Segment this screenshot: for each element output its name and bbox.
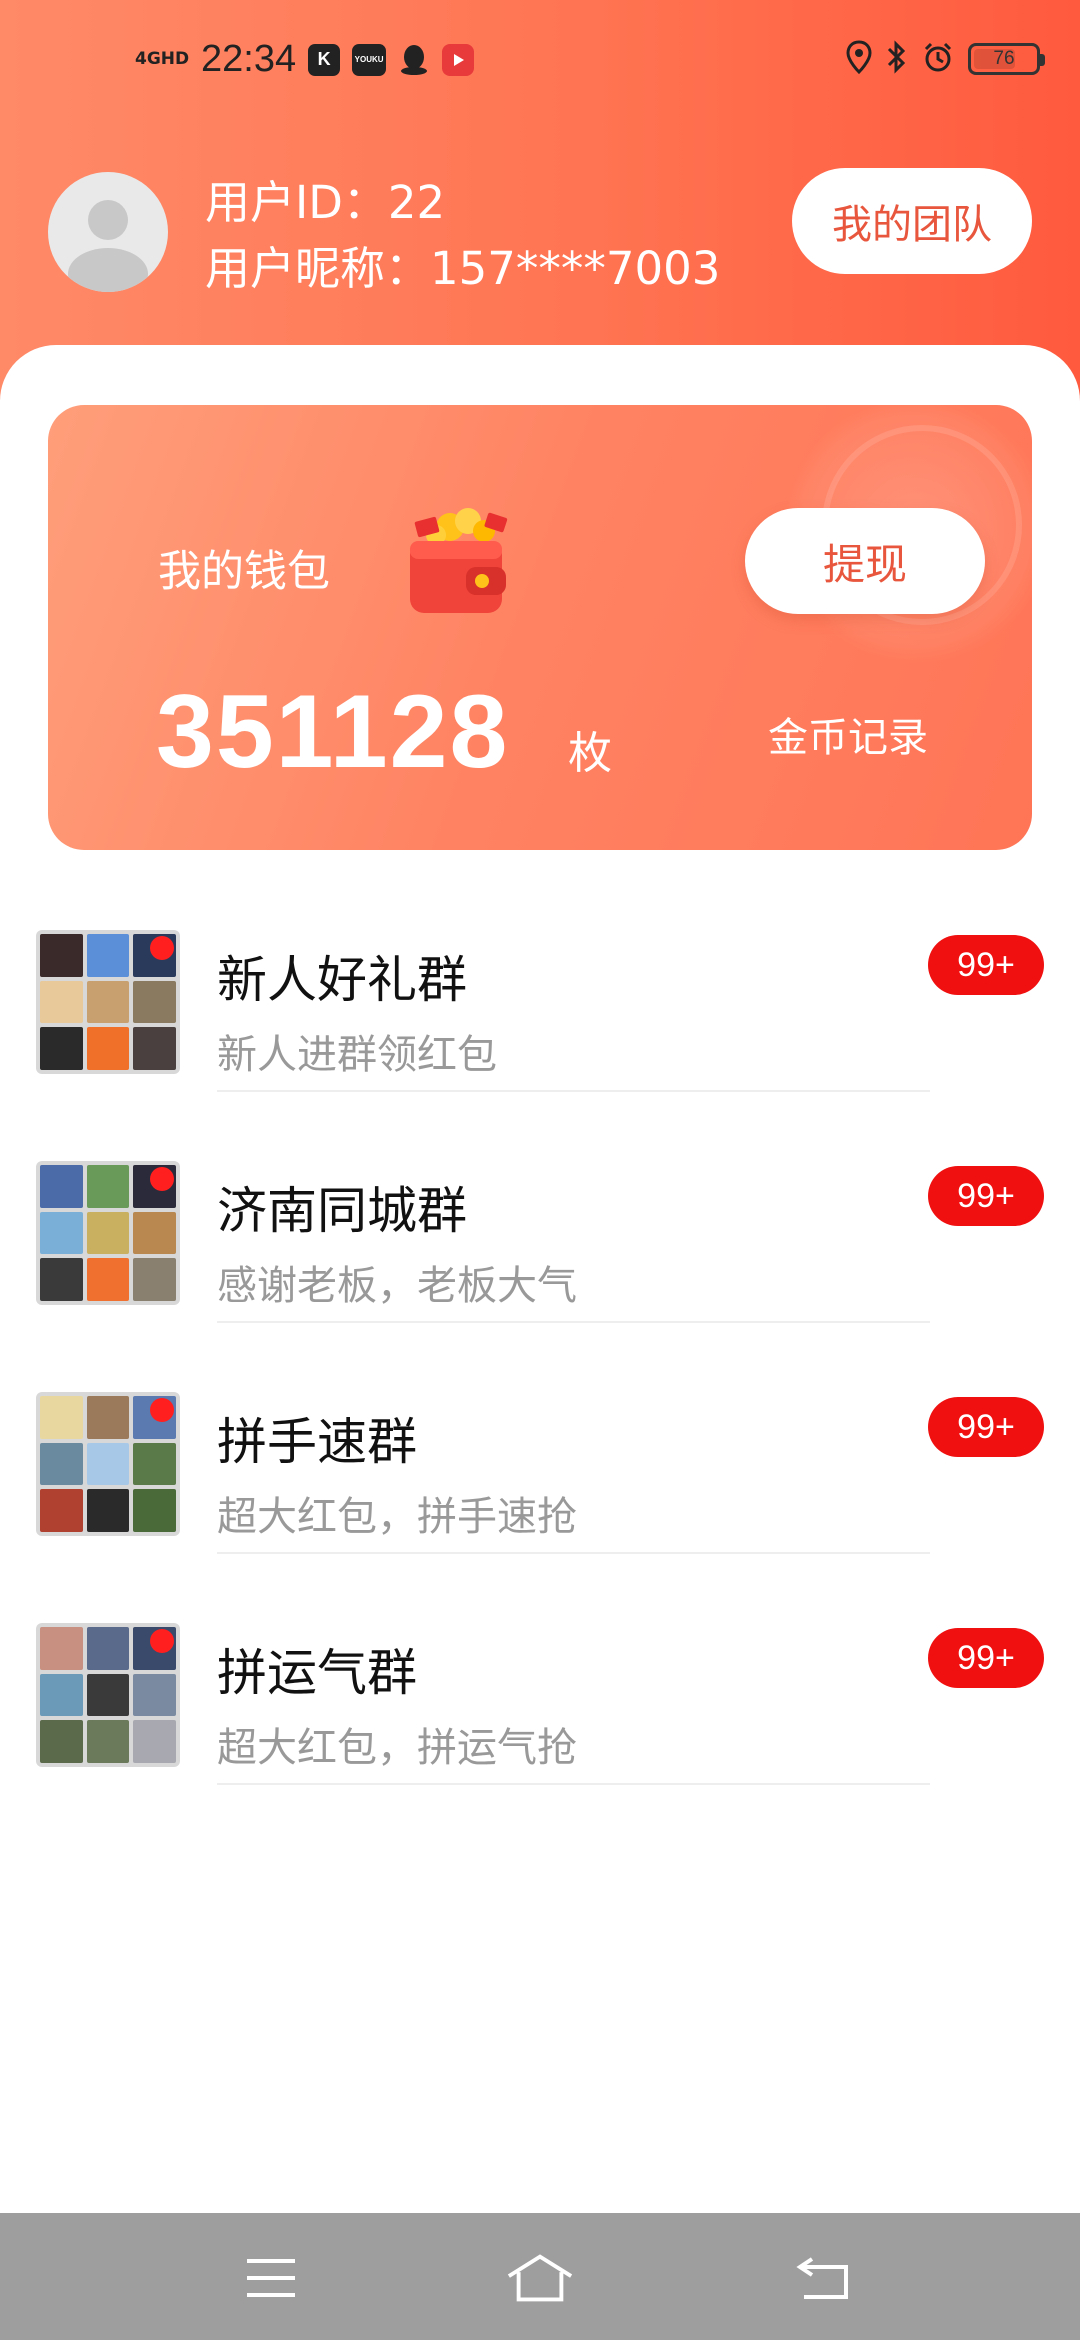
unread-dot bbox=[150, 1167, 174, 1191]
group-description: 超大红包，拼运气抢 bbox=[217, 1725, 577, 1771]
list-item[interactable]: 济南同城群 感谢老板，老板大气 99+ bbox=[0, 1161, 1080, 1392]
avatar[interactable] bbox=[48, 172, 168, 292]
group-list: 新人好礼群 新人进群领红包 99+ 济南同城群 感谢老板，老板大气 99+ 拼手… bbox=[0, 930, 1080, 1854]
coin-balance: 351128 bbox=[156, 674, 510, 790]
back-button[interactable] bbox=[788, 2243, 858, 2313]
network-label: 4GHD bbox=[135, 49, 190, 69]
unread-dot bbox=[150, 936, 174, 960]
withdraw-button[interactable]: 提现 bbox=[745, 508, 985, 614]
network-indicator: 4GHD bbox=[135, 51, 189, 68]
divider bbox=[217, 1552, 930, 1554]
divider bbox=[217, 1321, 930, 1323]
coin-record-link[interactable]: 金币记录 bbox=[768, 705, 928, 763]
list-item[interactable]: 拼运气群 超大红包，拼运气抢 99+ bbox=[0, 1623, 1080, 1854]
unread-badge: 99+ bbox=[928, 1166, 1044, 1226]
home-button[interactable] bbox=[505, 2243, 575, 2313]
wallet-title: 我的钱包 bbox=[158, 547, 330, 597]
system-nav-bar bbox=[0, 2213, 1080, 2340]
user-id: 用户ID：22 bbox=[205, 176, 446, 229]
default-avatar-icon bbox=[68, 200, 148, 292]
menu-button[interactable] bbox=[236, 2243, 306, 2313]
unread-badge: 99+ bbox=[928, 935, 1044, 995]
group-name: 拼运气群 bbox=[217, 1644, 417, 1702]
list-item[interactable]: 拼手速群 超大红包，拼手速抢 99+ bbox=[0, 1392, 1080, 1623]
group-name: 拼手速群 bbox=[217, 1413, 417, 1471]
group-description: 超大红包，拼手速抢 bbox=[217, 1494, 577, 1540]
status-right: 76 bbox=[846, 40, 1045, 78]
video-app-icon bbox=[442, 43, 475, 76]
divider bbox=[217, 1090, 930, 1092]
wallet-card: 我的钱包 提现 351128 枚 金币记录 bbox=[48, 405, 1032, 850]
group-description: 感谢老板，老板大气 bbox=[217, 1263, 577, 1309]
alarm-icon bbox=[922, 41, 954, 77]
unread-badge: 99+ bbox=[928, 1628, 1044, 1688]
unread-dot bbox=[150, 1629, 174, 1653]
back-icon bbox=[796, 2257, 848, 2299]
group-name: 济南同城群 bbox=[217, 1182, 467, 1240]
qq-app-icon bbox=[398, 44, 430, 76]
unread-badge: 99+ bbox=[928, 1397, 1044, 1457]
coin-unit: 枚 bbox=[568, 728, 612, 779]
kuaishou-app-icon: K bbox=[308, 43, 341, 76]
user-nickname: 用户昵称：157****7003 bbox=[205, 242, 721, 295]
bluetooth-icon bbox=[886, 40, 908, 78]
location-icon bbox=[846, 40, 872, 78]
menu-icon bbox=[247, 2259, 295, 2297]
wallet-icon bbox=[398, 495, 518, 625]
status-time: 22:34 bbox=[201, 38, 297, 80]
group-name: 新人好礼群 bbox=[217, 951, 467, 1009]
list-item[interactable]: 新人好礼群 新人进群领红包 99+ bbox=[0, 930, 1080, 1161]
battery-icon: 76 bbox=[968, 43, 1045, 75]
my-team-button[interactable]: 我的团队 bbox=[792, 168, 1032, 274]
group-description: 新人进群领红包 bbox=[217, 1032, 497, 1078]
profile-info: 用户ID：22 用户昵称：157****7003 bbox=[205, 170, 720, 302]
status-bar: 4GHD 22:34 K YOUKU 76 bbox=[0, 0, 1080, 120]
battery-level: 76 bbox=[993, 48, 1015, 69]
youku-app-icon: YOUKU bbox=[352, 43, 387, 76]
home-icon bbox=[507, 2254, 573, 2302]
unread-dot bbox=[150, 1398, 174, 1422]
status-left: 4GHD 22:34 K YOUKU bbox=[135, 38, 475, 81]
divider bbox=[217, 1783, 930, 1785]
